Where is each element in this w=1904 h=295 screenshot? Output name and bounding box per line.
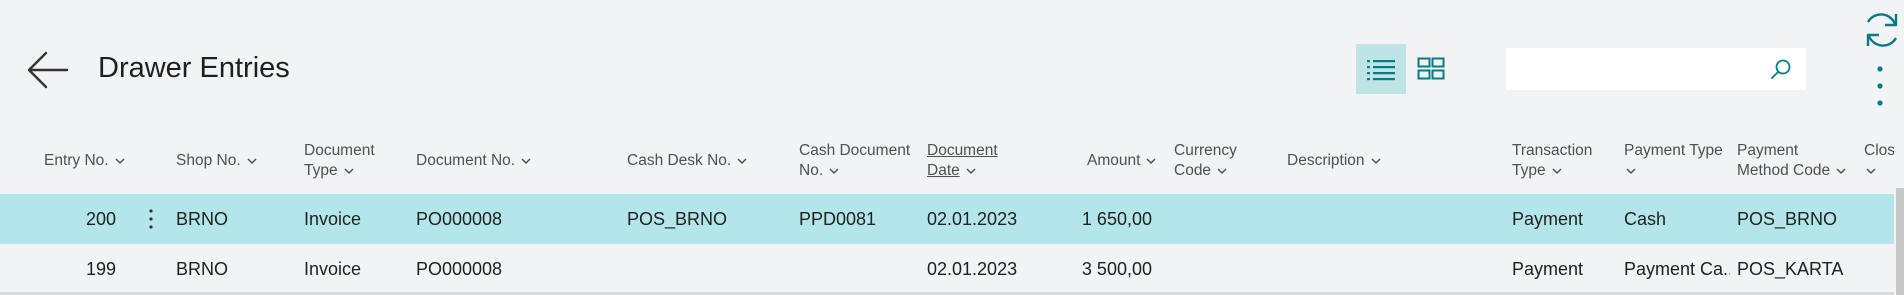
row-actions-button[interactable] [144, 207, 158, 231]
column-header-label: Payment Type [1624, 142, 1723, 159]
cell-document-no[interactable]: PO000008 [416, 194, 616, 244]
column-header-document-no[interactable]: Document No. [416, 132, 531, 190]
back-button[interactable] [26, 48, 70, 92]
chevron-down-icon [247, 158, 257, 165]
tile-view-icon [1417, 57, 1445, 80]
cell-shop-no[interactable]: BRNO [176, 244, 296, 294]
cell-description[interactable] [1287, 244, 1497, 294]
chevron-down-icon [344, 168, 354, 174]
column-header-document-date[interactable]: Document Date [927, 132, 998, 190]
column-header-label: Amount [1087, 152, 1141, 169]
column-header-label: Document [927, 142, 998, 159]
cell-document-no[interactable]: PO000008 [416, 244, 616, 294]
cell-document-date[interactable]: 02.01.2023 [927, 244, 1067, 294]
vertical-scrollbar[interactable] [1896, 188, 1904, 295]
cell-currency-code[interactable] [1174, 244, 1274, 294]
cell-payment-type[interactable]: Payment Ca... [1624, 244, 1730, 294]
cell-description[interactable] [1287, 194, 1497, 244]
tile-view-button[interactable] [1406, 44, 1456, 94]
cell-cash-desk-no[interactable] [627, 244, 787, 294]
chevron-down-icon [1836, 168, 1846, 174]
column-header-label-line2: Type [304, 162, 338, 179]
column-header-payment-type[interactable]: Payment Type [1624, 132, 1723, 190]
column-header-label: Cash Desk No. [627, 152, 732, 169]
column-header-label: Currency [1174, 142, 1237, 159]
chevron-down-icon [521, 158, 531, 165]
column-header-closing[interactable]: Closin [1864, 132, 1894, 190]
column-header-shop-no[interactable]: Shop No. [176, 132, 257, 190]
column-header-label: Description [1287, 152, 1365, 169]
column-header-payment-method-code[interactable]: Payment Method Code [1737, 132, 1846, 190]
list-view-button[interactable] [1356, 44, 1406, 94]
drawer-entries-page: Drawer Entries Entry No. Shop No. Docume… [0, 0, 1904, 295]
column-header-label-line2: Date [927, 162, 960, 179]
chevron-down-icon [1371, 158, 1381, 165]
chevron-down-icon [1626, 168, 1636, 174]
list-view-icon [1367, 60, 1395, 81]
more-vertical-icon [149, 209, 153, 229]
chevron-down-icon [1217, 168, 1227, 174]
column-header-description[interactable]: Description [1287, 132, 1381, 190]
cell-cash-document-no[interactable]: PPD0081 [799, 194, 919, 244]
cell-amount[interactable]: 3 500,00 [1060, 244, 1152, 294]
column-header-transaction-type[interactable]: Transaction Type [1512, 132, 1592, 190]
cell-cash-desk-no[interactable]: POS_BRNO [627, 194, 787, 244]
search-input[interactable] [1506, 48, 1756, 90]
chevron-down-icon [829, 168, 839, 174]
column-header-entry-no[interactable]: Entry No. [44, 132, 125, 190]
column-header-amount[interactable]: Amount [1087, 132, 1156, 190]
column-header-cash-desk-no[interactable]: Cash Desk No. [627, 132, 747, 190]
search-icon[interactable] [1770, 58, 1792, 80]
table-row[interactable]: 199 BRNO Invoice PO000008 02.01.2023 3 5… [0, 244, 1894, 294]
column-header-label: Entry No. [44, 152, 109, 169]
chevron-down-icon [115, 158, 125, 165]
arrow-left-icon [27, 51, 69, 89]
table-row[interactable]: 200 BRNO Invoice PO000008 POS_BRNO PPD00… [0, 194, 1894, 244]
column-header-label-line2: Method Code [1737, 162, 1831, 179]
column-header-label-line2: Code [1174, 162, 1212, 179]
grid-header: Entry No. Shop No. Document Type Documen… [0, 132, 1904, 190]
more-vertical-icon [1877, 66, 1883, 106]
column-header-label: Closin [1864, 142, 1894, 159]
cell-document-type[interactable]: Invoice [304, 244, 404, 294]
cell-currency-code[interactable] [1174, 194, 1274, 244]
search-box [1506, 48, 1806, 90]
cell-amount[interactable]: 1 650,00 [1060, 194, 1152, 244]
cell-transaction-type[interactable]: Payment [1512, 244, 1612, 294]
cell-payment-method-code[interactable]: POS_KARTA [1737, 244, 1857, 294]
cell-shop-no[interactable]: BRNO [176, 194, 296, 244]
cell-entry-no[interactable]: 199 [44, 244, 116, 294]
cell-document-date[interactable]: 02.01.2023 [927, 194, 1067, 244]
column-header-currency-code[interactable]: Currency Code [1174, 132, 1237, 190]
column-header-label: Payment [1737, 142, 1799, 159]
column-header-label: Transaction [1512, 142, 1593, 159]
cell-cash-document-no[interactable] [799, 244, 919, 294]
cell-transaction-type[interactable]: Payment [1512, 194, 1612, 244]
column-header-label-line2: Type [1512, 162, 1546, 179]
column-header-document-type[interactable]: Document Type [304, 132, 375, 190]
more-options-button[interactable] [1866, 64, 1894, 110]
column-header-label: Document No. [416, 152, 516, 169]
column-header-label: Document [304, 142, 375, 159]
cell-entry-no[interactable]: 200 [44, 194, 116, 244]
cell-payment-type[interactable]: Cash [1624, 194, 1730, 244]
column-header-cash-document-no[interactable]: Cash Document No. [799, 132, 910, 190]
column-header-label: Shop No. [176, 152, 241, 169]
chevron-down-icon [966, 168, 976, 174]
chevron-down-icon [737, 158, 747, 165]
cell-payment-method-code[interactable]: POS_BRNO [1737, 194, 1857, 244]
refresh-button[interactable] [1862, 8, 1902, 52]
chevron-down-icon [1866, 168, 1876, 174]
column-header-label-line2: No. [799, 162, 824, 179]
page-title: Drawer Entries [98, 52, 290, 84]
chevron-down-icon [1552, 168, 1562, 174]
column-header-label: Cash Document [799, 142, 911, 159]
refresh-icon [1866, 13, 1898, 47]
chevron-down-icon [1146, 158, 1156, 165]
cell-document-type[interactable]: Invoice [304, 194, 404, 244]
